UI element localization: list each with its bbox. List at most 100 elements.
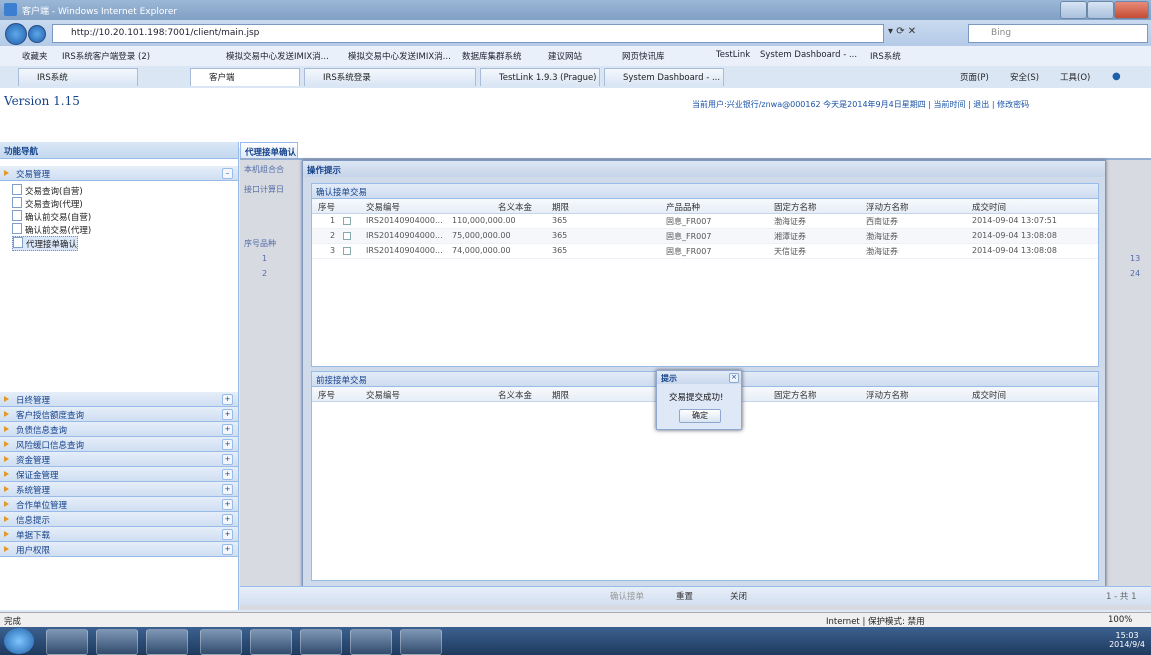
taskbar-app-icon[interactable] [350,629,392,655]
close-button[interactable]: 关闭 [730,590,747,602]
column-header[interactable]: 浮动方名称 [866,201,909,213]
browser-tab[interactable]: System Dashboard - ... [604,68,724,86]
column-header[interactable]: 成交时间 [972,389,1006,401]
nav-group[interactable]: 单据下载 + [0,527,238,542]
nav-group[interactable]: 资金管理 + [0,452,238,467]
group-arrow-icon [4,486,9,492]
column-header[interactable]: 名义本金 [498,201,532,213]
table-row[interactable]: 2 IRS20140904000... 75,000,000.00 365 固息_FR0… [312,229,1098,244]
favorite-link[interactable]: 网页快讯库 [622,50,665,62]
column-header[interactable]: 固定方名称 [774,201,817,213]
taskbar-word-icon[interactable] [200,629,242,655]
nav-group-trade[interactable]: 交易管理 – [0,166,238,181]
page-menu[interactable]: 页面(P) [960,71,989,83]
alert-message: 交易提交成功! [669,393,724,403]
column-header[interactable]: 期限 [552,389,569,401]
tree-item[interactable]: 交易查询(代理) [12,197,83,210]
favorite-link[interactable]: IRS系统客户端登录 (2) [62,50,150,62]
expand-icon[interactable]: + [222,529,233,540]
expand-icon[interactable]: + [222,394,233,405]
back-button[interactable] [5,23,27,45]
taskbar-app-icon[interactable] [300,629,342,655]
user-info[interactable]: 当前用户:兴业银行/znwa@000162 今天是2014年9月4日星期四 | … [692,99,1029,110]
search-box[interactable]: Bing [968,24,1148,43]
column-header[interactable]: 序号 [318,201,335,213]
column-header[interactable]: 序号 [318,389,335,401]
column-header[interactable]: 名义本金 [498,389,532,401]
favorite-link[interactable]: 模拟交易中心发送IMIX消... [348,50,451,62]
expand-icon[interactable]: + [222,499,233,510]
favorite-link[interactable]: 建议网站 [548,50,582,62]
taskbar-folder-icon[interactable] [96,629,138,655]
favorite-link[interactable]: IRS系统 [870,50,901,62]
safety-menu[interactable]: 安全(S) [1010,71,1039,83]
nav-group-label: 系统管理 [16,486,51,496]
expand-icon[interactable]: + [222,514,233,525]
expand-icon[interactable]: + [222,484,233,495]
expand-icon[interactable]: + [222,469,233,480]
minimize-button[interactable] [1060,1,1087,19]
favorite-link[interactable]: 数据库集群系统 [462,50,522,62]
column-header[interactable]: 成交时间 [972,201,1006,213]
tree-item[interactable]: 交易查询(自营) [12,184,83,197]
browser-tab[interactable]: TestLink 1.9.3 (Prague) [480,68,600,86]
column-header[interactable]: 交易编号 [366,201,400,213]
alert-close-icon[interactable]: × [729,373,739,383]
confirm-order-button[interactable]: 确认接单 [610,590,644,602]
favorite-link[interactable]: 收藏夹 [22,50,48,62]
nav-group[interactable]: 系统管理 + [0,482,238,497]
browser-tab[interactable]: IRS系统 [18,68,138,86]
expand-icon[interactable]: + [222,544,233,555]
nav-group[interactable]: 信息提示 + [0,512,238,527]
maximize-button[interactable] [1087,1,1114,19]
start-button[interactable] [4,628,34,654]
taskbar-ie-icon[interactable] [146,629,188,655]
column-header[interactable]: 固定方名称 [774,389,817,401]
expand-icon[interactable]: + [222,454,233,465]
system-clock[interactable]: 15:03 2014/9/4 [1109,631,1145,649]
expand-icon[interactable]: + [222,409,233,420]
collapse-icon[interactable]: – [222,168,233,179]
nav-group[interactable]: 保证金管理 + [0,467,238,482]
browser-tab-active[interactable]: 客户端 [190,68,300,86]
column-header[interactable]: 浮动方名称 [866,389,909,401]
favorite-link[interactable]: 模拟交易中心发送IMIX消... [226,50,329,62]
favorite-link[interactable]: TestLink [716,50,750,60]
table-row[interactable]: 1 IRS20140904000... 110,000,000.00 365 固息_FR… [312,214,1098,229]
row-checkbox[interactable] [343,217,351,225]
url-field[interactable]: http://10.20.101.198:7001/client/main.js… [52,24,884,43]
taskbar-app-icon[interactable] [250,629,292,655]
tree-item[interactable]: 确认前交易(自营) [12,210,91,223]
table-row[interactable]: 3 IRS20140904000... 74,000,000.00 365 固息_FR0… [312,244,1098,259]
tab-agent-confirm[interactable]: 代理接单确认 [240,142,298,159]
refresh-stop-icons[interactable]: ▾ ⟳ ✕ [888,26,958,40]
nav-group[interactable]: 日终管理 + [0,392,238,407]
nav-group[interactable]: 风险缓口信息查询 + [0,437,238,452]
nav-group[interactable]: 负债信息查询 + [0,422,238,437]
expand-icon[interactable]: + [222,439,233,450]
tools-menu[interactable]: 工具(O) [1060,71,1090,83]
browser-tab[interactable]: IRS系统登录 [304,68,476,86]
taskbar-app-icon[interactable] [46,629,88,655]
alert-ok-button[interactable]: 确定 [679,409,721,423]
reset-button[interactable]: 重置 [676,590,693,602]
expand-icon[interactable]: + [222,424,233,435]
row-checkbox[interactable] [343,232,351,240]
column-header[interactable]: 交易编号 [366,389,400,401]
nav-group[interactable]: 合作单位管理 + [0,497,238,512]
column-header[interactable]: 期限 [552,201,569,213]
close-window-button[interactable] [1114,1,1149,19]
taskbar-app-icon[interactable] [400,629,442,655]
forward-button[interactable] [28,25,46,43]
favorite-link[interactable]: System Dashboard - ... [760,50,857,60]
help-icon[interactable]: ● [1112,71,1121,82]
tree-item-selected[interactable]: 代理接单确认 [12,236,79,251]
tree-item[interactable]: 确认前交易(代理) [12,223,91,236]
nav-group[interactable]: 客户授信额度查询 + [0,407,238,422]
nav-group-label: 交易管理 [16,170,51,180]
table-cell: IRS20140904000... [366,231,443,240]
column-header[interactable]: 产品品种 [666,201,700,213]
row-checkbox[interactable] [343,247,351,255]
zoom-level[interactable]: 100% [1108,615,1132,625]
nav-group[interactable]: 用户权限 + [0,542,238,557]
